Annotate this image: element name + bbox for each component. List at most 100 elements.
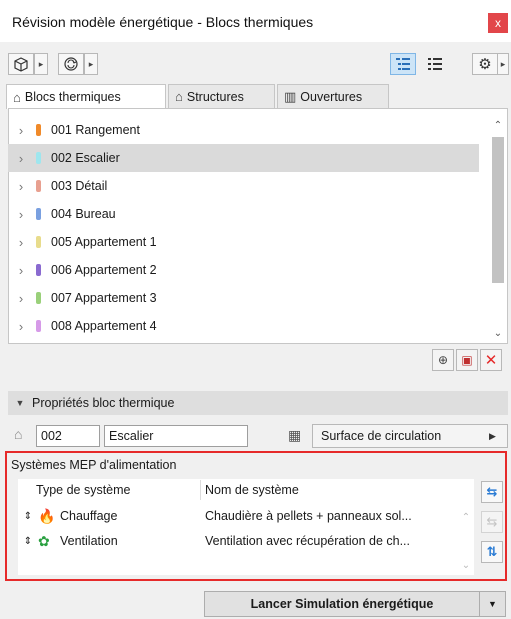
- system-type: Ventilation: [60, 534, 118, 548]
- chevron-right-icon: ▶: [489, 430, 496, 441]
- add-block-icon: ⊕: [437, 353, 449, 367]
- remove-system-icon: ⇆: [486, 514, 498, 529]
- collapse-triangle-icon[interactable]: ▼: [8, 398, 32, 408]
- column-header-type[interactable]: Type de système: [36, 483, 131, 497]
- scroll-up-icon[interactable]: ⌃: [458, 512, 474, 523]
- block-label: 008 Appartement 4: [51, 319, 157, 333]
- run-simulation-button[interactable]: Lancer Simulation énergétique: [204, 591, 480, 617]
- system-name: Chaudière à pellets + panneaux sol...: [205, 509, 412, 523]
- tree-view-icon: [396, 58, 410, 70]
- list-item[interactable]: › 008 Appartement 4: [8, 312, 479, 340]
- fan-icon: ✿: [38, 532, 50, 549]
- block-label: 002 Escalier: [51, 151, 120, 165]
- thermal-block-icon: ⌂: [14, 426, 23, 442]
- scrollbar-thumb[interactable]: [492, 137, 504, 283]
- window-title: Révision modèle énergétique - Blocs ther…: [12, 14, 314, 30]
- block-color-swatch: [36, 264, 41, 276]
- block-label: 005 Appartement 1: [51, 235, 157, 249]
- refresh-dropdown[interactable]: ▸: [84, 53, 98, 75]
- house-icon: ⌂: [175, 89, 183, 104]
- reorder-handle-icon[interactable]: ⇕: [18, 536, 38, 547]
- mep-title: Systèmes MEP d'alimentation: [11, 458, 177, 472]
- building-icon: [14, 57, 28, 72]
- assign-block-button[interactable]: ▣: [456, 349, 478, 371]
- block-color-swatch: [36, 124, 41, 136]
- tab-ouvertures[interactable]: ▥ Ouvertures: [277, 84, 389, 108]
- list-view-button[interactable]: [422, 53, 448, 75]
- table-row[interactable]: ⇕ ✿ Ventilation Ventilation avec récupér…: [18, 530, 474, 552]
- chevron-down-icon: ▼: [488, 599, 497, 609]
- scroll-up-icon[interactable]: ⌃: [490, 120, 506, 131]
- block-color-swatch: [36, 236, 41, 248]
- close-button[interactable]: x: [488, 13, 508, 33]
- refresh-icon: [64, 57, 78, 71]
- system-type: Chauffage: [60, 509, 118, 523]
- list-item[interactable]: › 007 Appartement 3: [8, 284, 479, 312]
- chevron-right-icon[interactable]: ›: [8, 123, 34, 138]
- chevron-right-icon[interactable]: ›: [8, 235, 34, 250]
- tab-structures[interactable]: ⌂ Structures: [168, 84, 275, 108]
- list-item[interactable]: › 005 Appartement 1: [8, 228, 479, 256]
- block-color-swatch: [36, 208, 41, 220]
- block-name-field[interactable]: Escalier: [104, 425, 248, 447]
- add-system-button[interactable]: ⇆: [481, 481, 503, 503]
- cube-icon: ▣: [461, 353, 473, 367]
- chevron-right-icon[interactable]: ›: [8, 319, 34, 334]
- block-label: 003 Détail: [51, 179, 108, 193]
- list-item[interactable]: › 002 Escalier: [8, 144, 479, 172]
- tree-view-button[interactable]: [390, 53, 416, 75]
- building-view-button[interactable]: [8, 53, 34, 75]
- properties-section-header[interactable]: ▼ Propriétés bloc thermique: [8, 391, 508, 415]
- window-icon: ▥: [284, 88, 297, 104]
- block-color-swatch: [36, 152, 41, 164]
- scroll-down-icon[interactable]: ⌄: [458, 560, 474, 571]
- list-item[interactable]: › 004 Bureau: [8, 200, 479, 228]
- add-block-button[interactable]: ⊕: [432, 349, 454, 371]
- grid-surface-icon: ▦: [288, 427, 302, 443]
- chevron-right-icon[interactable]: ›: [8, 179, 34, 194]
- system-name: Ventilation avec récupération de ch...: [205, 534, 410, 548]
- block-label: 006 Appartement 2: [51, 263, 157, 277]
- block-label: 007 Appartement 3: [51, 291, 157, 305]
- flame-icon: 🔥: [38, 507, 56, 524]
- tab-bar: ⌂ Blocs thermiques ⌂ Structures ▥ Ouvert…: [6, 84, 506, 109]
- block-color-swatch: [36, 180, 41, 192]
- block-id-field[interactable]: 002: [36, 425, 100, 447]
- reorder-handle-icon[interactable]: ⇕: [18, 511, 38, 522]
- delete-icon: ✕: [484, 352, 498, 369]
- sort-system-button[interactable]: ⇅: [481, 541, 503, 563]
- column-header-name[interactable]: Nom de système: [205, 483, 299, 497]
- remove-system-button[interactable]: ⇆: [481, 511, 503, 533]
- column-divider: [200, 480, 201, 500]
- tab-label: Structures: [186, 89, 244, 104]
- run-simulation-dropdown[interactable]: ▼: [480, 591, 506, 617]
- settings-dropdown[interactable]: ▸: [498, 53, 509, 75]
- settings-button[interactable]: ⚙: [472, 53, 498, 75]
- block-label: 001 Rangement: [51, 123, 140, 137]
- block-color-swatch: [36, 292, 41, 304]
- tab-blocs-thermiques[interactable]: ⌂ Blocs thermiques: [6, 84, 166, 109]
- chevron-right-icon[interactable]: ›: [8, 263, 34, 278]
- list-item[interactable]: › 006 Appartement 2: [8, 256, 479, 284]
- add-system-icon: ⇆: [486, 484, 498, 499]
- chevron-right-icon[interactable]: ›: [8, 151, 34, 166]
- delete-block-button[interactable]: ✕: [480, 349, 502, 371]
- scroll-down-icon[interactable]: ⌄: [490, 328, 506, 339]
- table-row[interactable]: ⇕ 🔥 Chauffage Chaudière à pellets + pann…: [18, 505, 474, 527]
- tab-label: Blocs thermiques: [24, 90, 121, 104]
- list-item[interactable]: › 003 Détail: [8, 172, 479, 200]
- thermal-block-icon: ⌂: [13, 89, 21, 105]
- block-label: 004 Bureau: [51, 207, 116, 221]
- chevron-right-icon[interactable]: ›: [8, 207, 34, 222]
- surface-type-dropdown[interactable]: Surface de circulation ▶: [312, 424, 508, 448]
- settings-icon: ⚙: [478, 56, 492, 73]
- list-item[interactable]: › 001 Rangement: [8, 116, 479, 144]
- chevron-right-icon[interactable]: ›: [8, 291, 34, 306]
- building-view-dropdown[interactable]: ▸: [34, 53, 48, 75]
- surface-type-value: Surface de circulation: [321, 429, 442, 443]
- block-color-swatch: [36, 320, 41, 332]
- list-view-icon: [428, 58, 442, 70]
- refresh-button[interactable]: [58, 53, 84, 75]
- tab-label: Ouvertures: [300, 89, 363, 104]
- sort-icon: ⇅: [486, 544, 498, 559]
